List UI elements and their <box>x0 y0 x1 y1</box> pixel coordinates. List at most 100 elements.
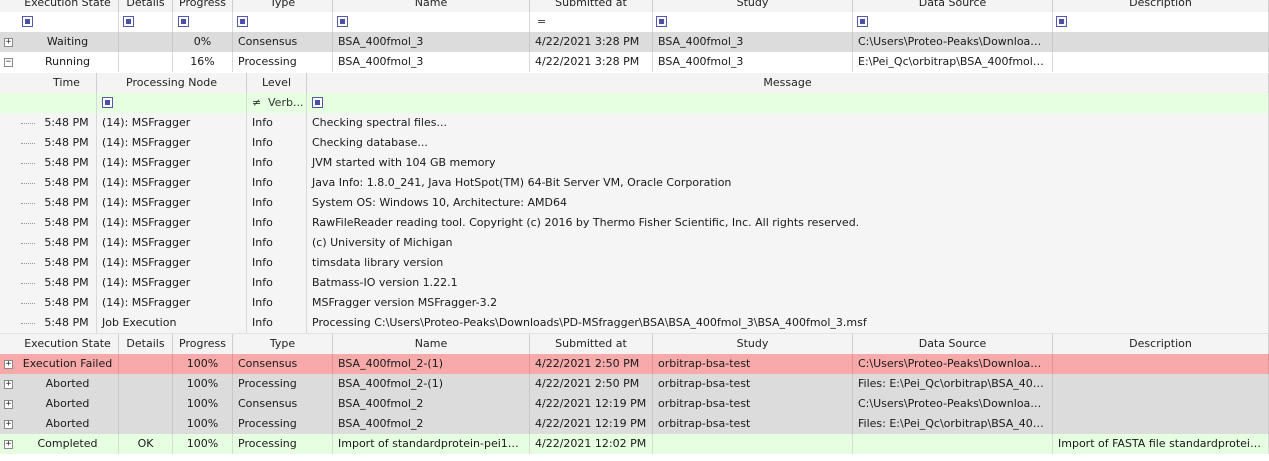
job-queue-grid: Execution State Details Progress Type Name Su… <box>0 0 1269 461</box>
details-cell <box>119 52 173 72</box>
message-row[interactable]: 5:48 PM (14): MSFragger Info JVM started wi… <box>0 153 1269 174</box>
filter-operator-icon[interactable] <box>656 16 667 27</box>
study-cell: BSA_400fmol_3 <box>653 52 853 72</box>
messages-column-header[interactable]: Message <box>307 73 1269 93</box>
message-cell: Java Info: 1.8.0_241, Java HotSpot(TM) 6… <box>307 173 1269 193</box>
expand-icon[interactable]: + <box>4 420 13 429</box>
job-row[interactable]: + Waiting 0% Consensus BSA_400fmol_3 4/22/202… <box>0 32 1269 52</box>
description-cell <box>1053 32 1269 52</box>
tree-line <box>21 323 35 324</box>
jobs-column-header[interactable]: Type <box>233 334 333 354</box>
data-source-cell: Files: E:\Pei_Qc\orbitrap\BSA_400fm... <box>853 414 1053 434</box>
level-cell: Info <box>247 313 307 333</box>
progress-cell: 100% <box>173 414 233 434</box>
message-row[interactable]: 5:48 PM (14): MSFragger Info MSFragger vers… <box>0 293 1269 314</box>
messages-column-header[interactable]: Level <box>247 73 307 93</box>
description-cell <box>1053 394 1269 414</box>
message-cell: RawFileReader reading tool. Copyright (c… <box>307 213 1269 233</box>
filter-operator-icon[interactable] <box>102 97 113 108</box>
filter-operator-icon[interactable] <box>22 16 33 27</box>
submitted-cell: 4/22/2021 12:02 PM <box>530 434 653 454</box>
message-row[interactable]: 5:48 PM (14): MSFragger Info Java Info: 1.8… <box>0 173 1269 194</box>
messages-column-header[interactable]: Processing Node <box>97 73 247 93</box>
job-row[interactable]: + Completed OK 100% Processing Import of stan… <box>0 434 1269 454</box>
filter-operator-icon[interactable] <box>312 97 323 108</box>
filter-operator-icon[interactable] <box>237 16 248 27</box>
filter-cell[interactable] <box>233 12 333 32</box>
jobs-column-header[interactable]: Data Source <box>853 334 1053 354</box>
jobs-filter-row: = <box>0 12 1269 33</box>
level-cell: Info <box>247 193 307 213</box>
filter-operator-icon[interactable] <box>857 16 868 27</box>
filter-operator-icon[interactable] <box>337 16 348 27</box>
filter-cell[interactable] <box>1053 12 1269 32</box>
job-row[interactable]: + Aborted 100% Processing BSA_400fmol_2 4/22/… <box>0 414 1269 434</box>
job-row[interactable]: + Execution Failed 100% Consensus BSA_400fmo… <box>0 354 1269 374</box>
progress-cell: 100% <box>173 434 233 454</box>
expand-icon[interactable]: + <box>4 360 13 369</box>
expand-icon[interactable]: + <box>4 400 13 409</box>
message-row[interactable]: 5:48 PM (14): MSFragger Info Checking spect… <box>0 113 1269 134</box>
expand-icon[interactable]: + <box>4 38 13 47</box>
study-cell: orbitrap-bsa-test <box>653 354 853 374</box>
processing-node-cell: (14): MSFragger <box>97 273 247 293</box>
messages-filter-row: ≠ Verb... <box>0 93 1269 114</box>
job-row[interactable]: − Running 16% Processing BSA_400fmol_3 4/22/2… <box>0 52 1269 72</box>
execution-state-cell: Aborted <box>17 414 119 434</box>
description-cell: Import of FASTA file standardprotein-pe.… <box>1053 434 1269 454</box>
data-source-cell: C:\Users\Proteo-Peaks\Downloads\P... <box>853 32 1053 52</box>
name-cell: BSA_400fmol_2-(1) <box>333 354 530 374</box>
jobs-column-header[interactable]: Study <box>653 334 853 354</box>
filter-cell[interactable] <box>853 12 1053 32</box>
jobs-column-header[interactable]: Progress <box>173 334 233 354</box>
message-row[interactable]: 5:48 PM (14): MSFragger Info RawFileReader … <box>0 213 1269 234</box>
progress-cell: 100% <box>173 374 233 394</box>
description-cell <box>1053 414 1269 434</box>
time-cell: 5:48 PM <box>37 273 97 293</box>
filter-operator-icon[interactable] <box>178 16 189 27</box>
submitted-cell: 4/22/2021 3:28 PM <box>530 52 653 72</box>
filter-not-equals-icon[interactable]: ≠ <box>252 93 261 113</box>
collapse-icon[interactable]: − <box>4 58 13 67</box>
message-row[interactable]: 5:48 PM (14): MSFragger Info Batmass-IO ver… <box>0 273 1269 294</box>
message-row[interactable]: 5:48 PM (14): MSFragger Info timsdata libra… <box>0 253 1269 274</box>
message-cell: System OS: Windows 10, Architecture: AMD… <box>307 193 1269 213</box>
processing-node-cell: (14): MSFragger <box>97 213 247 233</box>
jobs-column-header[interactable]: Execution State <box>17 334 119 354</box>
filter-cell[interactable] <box>333 12 530 32</box>
filter-level-value[interactable]: Verb... <box>268 93 303 113</box>
filter-cell[interactable] <box>307 93 1269 113</box>
type-cell: Consensus <box>233 394 333 414</box>
message-row[interactable]: 5:48 PM (14): MSFragger Info System OS: Win… <box>0 193 1269 214</box>
filter-operator-icon[interactable] <box>1056 16 1067 27</box>
tree-line <box>21 123 35 124</box>
expand-icon[interactable]: + <box>4 440 13 449</box>
progress-cell: 100% <box>173 394 233 414</box>
messages-column-header[interactable]: Time <box>37 73 97 93</box>
tree-line <box>21 243 35 244</box>
job-row[interactable]: + Aborted 100% Processing BSA_400fmol_2-(1) 4… <box>0 374 1269 394</box>
filter-cell[interactable] <box>530 12 653 32</box>
processing-node-cell: (14): MSFragger <box>97 253 247 273</box>
jobs-column-header[interactable]: Description <box>1053 334 1269 354</box>
job-row[interactable]: + Aborted 100% Consensus BSA_400fmol_2 4/22/2… <box>0 394 1269 414</box>
message-row[interactable]: 5:48 PM Job Execution Info Processing C:\Us… <box>0 313 1269 334</box>
tree-line <box>21 303 35 304</box>
tree-line <box>21 143 35 144</box>
data-source-cell: C:\Users\Proteo-Peaks\Downloads\P... <box>853 354 1053 374</box>
filter-cell[interactable] <box>97 93 247 113</box>
filter-cell[interactable] <box>37 93 97 113</box>
time-cell: 5:48 PM <box>37 313 97 333</box>
message-cell: Batmass-IO version 1.22.1 <box>307 273 1269 293</box>
expand-icon[interactable]: + <box>4 380 13 389</box>
messages-header-row: Time Processing Node Level Message <box>0 73 1269 94</box>
filter-equals-icon[interactable]: = <box>537 12 546 32</box>
submitted-cell: 4/22/2021 2:50 PM <box>530 374 653 394</box>
filter-cell[interactable] <box>653 12 853 32</box>
message-row[interactable]: 5:48 PM (14): MSFragger Info (c) University… <box>0 233 1269 254</box>
filter-operator-icon[interactable] <box>123 16 134 27</box>
jobs-column-header[interactable]: Submitted at <box>530 334 653 354</box>
message-row[interactable]: 5:48 PM (14): MSFragger Info Checking datab… <box>0 133 1269 154</box>
jobs-column-header[interactable]: Name <box>333 334 530 354</box>
jobs-column-header[interactable]: Details <box>119 334 173 354</box>
